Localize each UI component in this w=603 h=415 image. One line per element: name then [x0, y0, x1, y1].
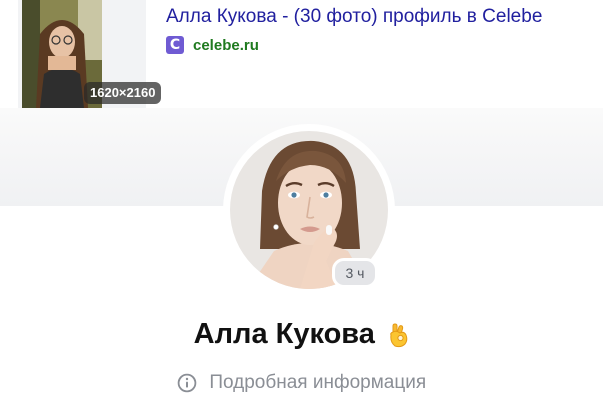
result-title-link[interactable]: Алла Кукова - (30 фото) профиль в Celebe: [166, 6, 542, 28]
search-result: 1620×2160 Алла Кукова - (30 фото) профил…: [0, 0, 603, 108]
profile-card: 3 ч Алла Кукова Подробная информация: [0, 108, 603, 415]
image-size-badge: 1620×2160: [84, 82, 162, 104]
profile-name: Алла Кукова: [193, 318, 375, 350]
info-circle-icon: [177, 373, 197, 393]
result-source[interactable]: C celebe.ru: [166, 36, 259, 54]
details-link[interactable]: Подробная информация: [0, 372, 603, 394]
details-label: Подробная информация: [209, 372, 427, 393]
result-thumbnail[interactable]: 1620×2160: [18, 0, 162, 108]
profile-name-row: Алла Кукова: [0, 318, 603, 351]
ok-hand-icon: [387, 322, 409, 348]
story-age-badge: 3 ч: [332, 258, 378, 288]
celebe-favicon-icon: C: [166, 36, 184, 54]
result-domain[interactable]: celebe.ru: [193, 37, 259, 54]
